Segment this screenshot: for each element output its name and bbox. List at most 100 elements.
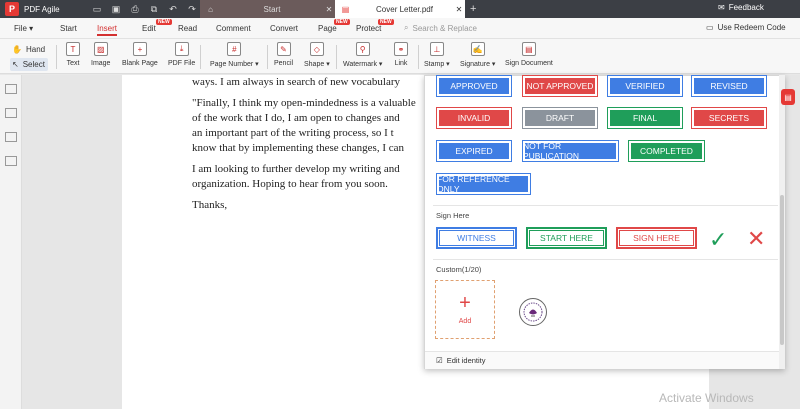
menu-page[interactable]: Page NEW xyxy=(318,19,350,33)
checkmark-stamp-icon[interactable]: ✓ xyxy=(709,229,727,251)
feedback-button[interactable]: ✉ Feedback xyxy=(718,3,764,12)
search-replace-input[interactable]: ⌕ Search & Replace xyxy=(404,23,477,33)
folder-icon[interactable]: ▭ xyxy=(92,4,102,14)
menu-protect[interactable]: Protect NEW xyxy=(356,19,394,33)
stamp-expired[interactable]: EXPIRED xyxy=(436,140,512,162)
new-tab-icon[interactable]: + xyxy=(470,3,476,15)
text-line: an important part of the writing process… xyxy=(192,127,394,139)
stamp-witness[interactable]: WITNESS xyxy=(436,227,517,249)
new-badge: NEW xyxy=(334,19,350,25)
menu-read[interactable]: Read xyxy=(178,24,197,33)
panel-scrollbar[interactable] xyxy=(779,75,785,369)
cursor-icon: ↖ xyxy=(12,60,19,69)
app-name: PDF Agile xyxy=(24,4,60,14)
outline-icon[interactable] xyxy=(4,84,17,94)
feedback-icon: ✉ xyxy=(718,3,725,12)
page-number-icon: # xyxy=(227,42,242,56)
stamp-not-for-publication[interactable]: NOT FOR PUBLICATION xyxy=(522,140,619,162)
image-icon: ▨ xyxy=(93,42,108,56)
print-icon[interactable]: ⎙ xyxy=(130,4,140,14)
left-sidebar xyxy=(0,75,22,409)
undo-icon[interactable]: ↶ xyxy=(168,4,178,14)
menu-comment[interactable]: Comment xyxy=(216,24,251,33)
menu-bar: File ▾ Start Insert Edit NEW Read Commen… xyxy=(0,18,800,39)
stamp-final[interactable]: FINAL xyxy=(607,107,683,129)
text-icon: T xyxy=(66,42,80,56)
menu-convert[interactable]: Convert xyxy=(270,24,298,33)
menu-start[interactable]: Start xyxy=(60,24,77,33)
stamp-revised[interactable]: REVISED xyxy=(691,75,767,97)
comments-icon[interactable] xyxy=(4,132,17,142)
pdf-file-tool[interactable]: ⤓ PDF File xyxy=(168,42,195,67)
floating-tool-icon[interactable]: ▤ xyxy=(781,89,795,105)
text-line: know that by implementing these changes,… xyxy=(192,142,404,154)
scrollbar-thumb[interactable] xyxy=(780,195,784,345)
menu-file[interactable]: File ▾ xyxy=(14,24,33,33)
save-icon[interactable]: ▣ xyxy=(111,4,121,14)
text-tool[interactable]: T Text xyxy=(66,42,80,67)
custom-stamp-seal-icon[interactable] xyxy=(519,298,547,326)
sign-document-tool[interactable]: ▤ Sign Document xyxy=(505,42,553,67)
close-icon[interactable]: ✕ xyxy=(453,5,465,14)
redeem-icon: ▭ xyxy=(706,23,714,32)
pdf-file-icon: ▤ xyxy=(341,4,350,14)
plus-icon: + xyxy=(459,292,471,314)
home-icon: ⌂ xyxy=(208,4,213,14)
stamp-secrets[interactable]: SECRETS xyxy=(691,107,767,129)
insert-ribbon: ✋ Hand ↖ Select T Text ▨ Image + Blank Page ⤓… xyxy=(0,39,800,74)
stamp-sign-here[interactable]: SIGN HERE xyxy=(616,227,697,249)
stamp-start-here[interactable]: START HERE xyxy=(526,227,607,249)
cross-stamp-icon[interactable]: ✕ xyxy=(747,228,765,250)
new-badge: NEW xyxy=(378,19,394,25)
redo-icon[interactable]: ↷ xyxy=(187,4,197,14)
custom-heading: Custom(1/20) xyxy=(436,265,482,274)
menu-edit[interactable]: Edit NEW xyxy=(142,19,172,33)
edit-identity-button[interactable]: ☑ Edit identity xyxy=(425,351,784,369)
text-line: organization. Hoping to hear from you so… xyxy=(192,178,388,190)
pencil-tool[interactable]: ✎ Pencil xyxy=(274,42,293,67)
signature-icon: ✍ xyxy=(470,42,485,56)
select-tool[interactable]: ↖ Select xyxy=(10,58,48,71)
close-icon[interactable]: ✕ xyxy=(323,5,335,14)
link-tool[interactable]: ⚭ Link xyxy=(394,42,408,67)
stamp-draft[interactable]: DRAFT xyxy=(522,107,598,129)
image-tool[interactable]: ▨ Image xyxy=(91,42,110,67)
blank-page-tool[interactable]: + Blank Page xyxy=(122,42,158,67)
document-text: ways. I am always in search of new vocab… xyxy=(192,75,437,219)
sign-here-heading: Sign Here xyxy=(436,211,470,220)
new-badge: NEW xyxy=(156,19,172,25)
tab-cover-letter[interactable]: ▤ Cover Letter.pdf ✕ xyxy=(335,0,465,18)
add-custom-stamp-button[interactable]: + Add xyxy=(435,280,495,339)
watermark-tool[interactable]: ⚲ Watermark ▾ xyxy=(343,42,382,68)
attachments-icon[interactable] xyxy=(4,156,17,166)
blank-page-icon: + xyxy=(132,42,147,56)
watermark-icon: ⚲ xyxy=(355,42,370,56)
shape-tool[interactable]: ◇ Shape ▾ xyxy=(304,42,330,68)
shape-icon: ◇ xyxy=(309,42,324,56)
text-line: "Finally, I think my open-mindedness is … xyxy=(192,97,416,109)
stamp-approved[interactable]: APPROVED xyxy=(436,75,512,97)
signature-tool[interactable]: ✍ Signature ▾ xyxy=(460,42,495,68)
stamp-icon: ⊥ xyxy=(429,42,444,56)
text-line: I am looking to further develop my writi… xyxy=(192,163,400,175)
page-number-tool[interactable]: # Page Number ▾ xyxy=(210,42,259,68)
copy-icon[interactable]: ⧉ xyxy=(149,4,159,14)
tab-start[interactable]: ⌂ Start ✕ xyxy=(200,0,335,18)
pencil-icon: ✎ xyxy=(276,42,291,56)
text-line: of the work that I do, I am open to chan… xyxy=(192,112,400,124)
stamp-for-reference-only[interactable]: FOR REFERENCE ONLY xyxy=(436,173,531,195)
hand-icon: ✋ xyxy=(12,45,22,54)
stamp-tool[interactable]: ⊥ Stamp ▾ xyxy=(424,42,450,68)
title-bar: P PDF Agile ▭ ▣ ⎙ ⧉ ↶ ↷ ◷ ⌂ Start ✕ ▤ Co… xyxy=(0,0,800,18)
app-logo-icon: P xyxy=(5,2,19,16)
redeem-code-button[interactable]: ▭ Use Redeem Code xyxy=(706,23,786,32)
stamp-not-approved[interactable]: NOT APPROVED xyxy=(522,75,598,97)
stamp-completed[interactable]: COMPLETED xyxy=(628,140,705,162)
stamp-invalid[interactable]: INVALID xyxy=(436,107,512,129)
activate-windows-watermark: Activate Windows xyxy=(659,391,754,405)
hand-tool[interactable]: ✋ Hand xyxy=(10,43,48,56)
stamp-verified[interactable]: VERIFIED xyxy=(607,75,683,97)
menu-insert[interactable]: Insert xyxy=(97,24,118,36)
thumbnails-icon[interactable] xyxy=(4,108,17,118)
pdf-icon: ⤓ xyxy=(174,42,189,56)
